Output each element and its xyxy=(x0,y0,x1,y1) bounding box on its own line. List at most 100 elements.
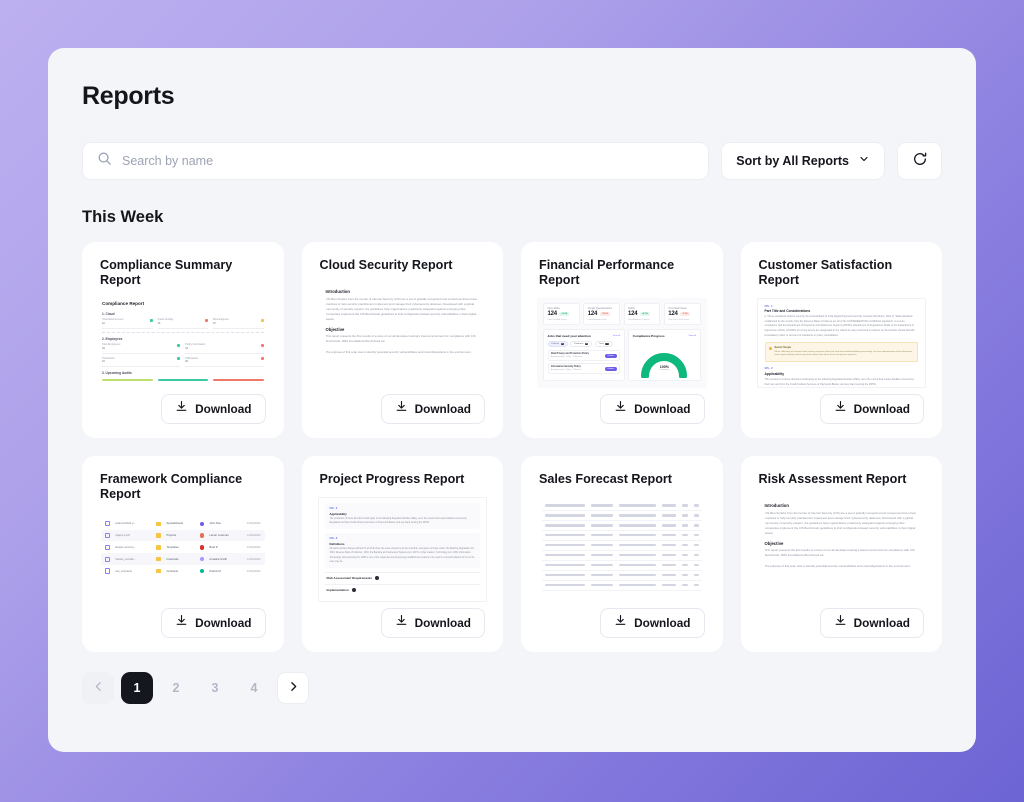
folder-icon xyxy=(155,545,162,550)
table-cell xyxy=(618,574,657,577)
download-button[interactable]: Download xyxy=(161,394,266,424)
table-cell xyxy=(545,564,586,567)
table-cell xyxy=(682,524,689,527)
download-button-label: Download xyxy=(414,402,471,416)
table-cell xyxy=(618,544,657,547)
sort-dropdown[interactable]: Sort by All Reports xyxy=(721,142,885,180)
download-button-label: Download xyxy=(634,616,691,630)
download-icon xyxy=(175,400,188,418)
download-button[interactable]: Download xyxy=(819,394,924,424)
table-row xyxy=(542,581,702,591)
report-card[interactable]: Risk Assessment Report Introduction CIS … xyxy=(740,456,942,652)
chevron-right-icon xyxy=(287,680,300,696)
report-card-grid: Compliance Summary Report Compliance Rep… xyxy=(82,242,942,652)
report-thumbnail-compliance-summary: Compliance Report 1. Cloud Cloud Environ… xyxy=(98,297,268,388)
table-cell xyxy=(618,504,657,507)
table-cell xyxy=(545,574,586,577)
file-icon xyxy=(105,556,110,563)
table-cell xyxy=(694,564,699,567)
table-row: sample-recruit.p... Templates Brad P. 12… xyxy=(101,541,265,553)
pagination-page-1[interactable]: 1 xyxy=(121,672,153,704)
report-card[interactable]: Framework Compliance Report evidence2024… xyxy=(82,456,284,652)
table-cell xyxy=(618,554,657,557)
download-button[interactable]: Download xyxy=(819,608,924,638)
report-card[interactable]: Financial Performance Report Open Risks … xyxy=(521,242,723,438)
download-button[interactable]: Download xyxy=(600,394,705,424)
table-cell xyxy=(662,574,677,577)
download-button[interactable]: Download xyxy=(380,608,485,638)
table-cell xyxy=(618,584,657,587)
pagination: 1 2 3 4 xyxy=(82,672,942,704)
table-cell xyxy=(545,524,586,527)
download-button[interactable]: Download xyxy=(161,608,266,638)
table-row xyxy=(542,551,702,561)
table-cell xyxy=(694,574,699,577)
download-button[interactable]: Download xyxy=(380,394,485,424)
table-cell xyxy=(662,524,677,527)
file-icon xyxy=(105,532,110,539)
status-badge xyxy=(375,576,380,581)
report-thumbnail-sales-forecast xyxy=(537,497,707,602)
table-cell xyxy=(682,574,689,577)
table-cell xyxy=(591,514,613,517)
pagination-prev[interactable] xyxy=(82,672,114,704)
table-cell xyxy=(682,564,689,567)
report-card-title: Financial Performance Report xyxy=(539,258,675,288)
report-card-title: Compliance Summary Report xyxy=(100,258,233,288)
table-row xyxy=(542,501,702,511)
file-icon xyxy=(105,520,110,527)
table-row xyxy=(542,561,702,571)
report-thumbnail-financial-performance: Open Risks 124 +6.1% View Detailed Repor… xyxy=(537,297,707,388)
stat-card: Trust Vault Views 124 -2.1% Total Trust … xyxy=(663,302,701,326)
table-cell xyxy=(662,504,677,507)
table-cell xyxy=(591,534,613,537)
report-thumbnail-customer-satisfaction: CIS - 1 Part Title and Considerations a.… xyxy=(756,297,926,388)
table-cell xyxy=(618,524,657,527)
folder-icon xyxy=(155,557,162,562)
table-cell xyxy=(662,564,677,567)
pagination-page-4[interactable]: 4 xyxy=(238,672,270,704)
avatar xyxy=(200,545,205,550)
chevron-down-icon xyxy=(858,152,870,170)
pagination-next[interactable] xyxy=(277,672,309,704)
table-row: finance_records... Financials Amaaria Sm… xyxy=(101,553,265,566)
report-card[interactable]: Compliance Summary Report Compliance Rep… xyxy=(82,242,284,438)
search-input[interactable] xyxy=(122,154,695,168)
download-button[interactable]: Download xyxy=(600,608,705,638)
table-row xyxy=(542,521,702,531)
table-cell xyxy=(694,514,699,517)
report-card[interactable]: Project Progress Report CIS - 2 Applicab… xyxy=(301,456,503,652)
refresh-button[interactable] xyxy=(897,142,942,180)
section-title: This Week xyxy=(82,208,164,226)
table-cell xyxy=(694,544,699,547)
stat-card: Open Risks 124 +6.1% View Detailed Repor… xyxy=(543,302,580,326)
file-icon xyxy=(105,544,110,551)
report-card[interactable]: Customer Satisfaction Report CIS - 1 Par… xyxy=(740,242,942,438)
table-cell xyxy=(662,544,677,547)
avatar xyxy=(200,557,205,562)
download-button-label: Download xyxy=(195,402,252,416)
pagination-page-2[interactable]: 2 xyxy=(160,672,192,704)
search-box[interactable] xyxy=(82,142,710,180)
table-cell xyxy=(618,514,657,517)
download-icon xyxy=(834,614,847,632)
table-cell xyxy=(591,564,613,567)
stat-card: Vendor Questionnaires 124 -10.1% Questio… xyxy=(583,302,620,326)
table-cell xyxy=(694,584,699,587)
table-row: new_contracts Contracts Patrick M. 12/04… xyxy=(101,565,265,577)
pagination-page-3[interactable]: 3 xyxy=(199,672,231,704)
refresh-icon xyxy=(912,151,928,172)
report-card[interactable]: Sales Forecast Report Download xyxy=(521,456,723,652)
table-cell xyxy=(545,514,586,517)
download-button-label: Download xyxy=(853,616,910,630)
table-cell xyxy=(682,504,689,507)
table-row xyxy=(542,531,702,541)
table-cell xyxy=(591,544,613,547)
table-row xyxy=(542,511,702,521)
download-icon xyxy=(175,614,188,632)
table-cell xyxy=(618,534,657,537)
file-icon xyxy=(105,568,110,574)
table-cell xyxy=(682,584,689,587)
table-cell xyxy=(591,574,613,577)
report-card[interactable]: Cloud Security Report Introduction CIS B… xyxy=(301,242,503,438)
